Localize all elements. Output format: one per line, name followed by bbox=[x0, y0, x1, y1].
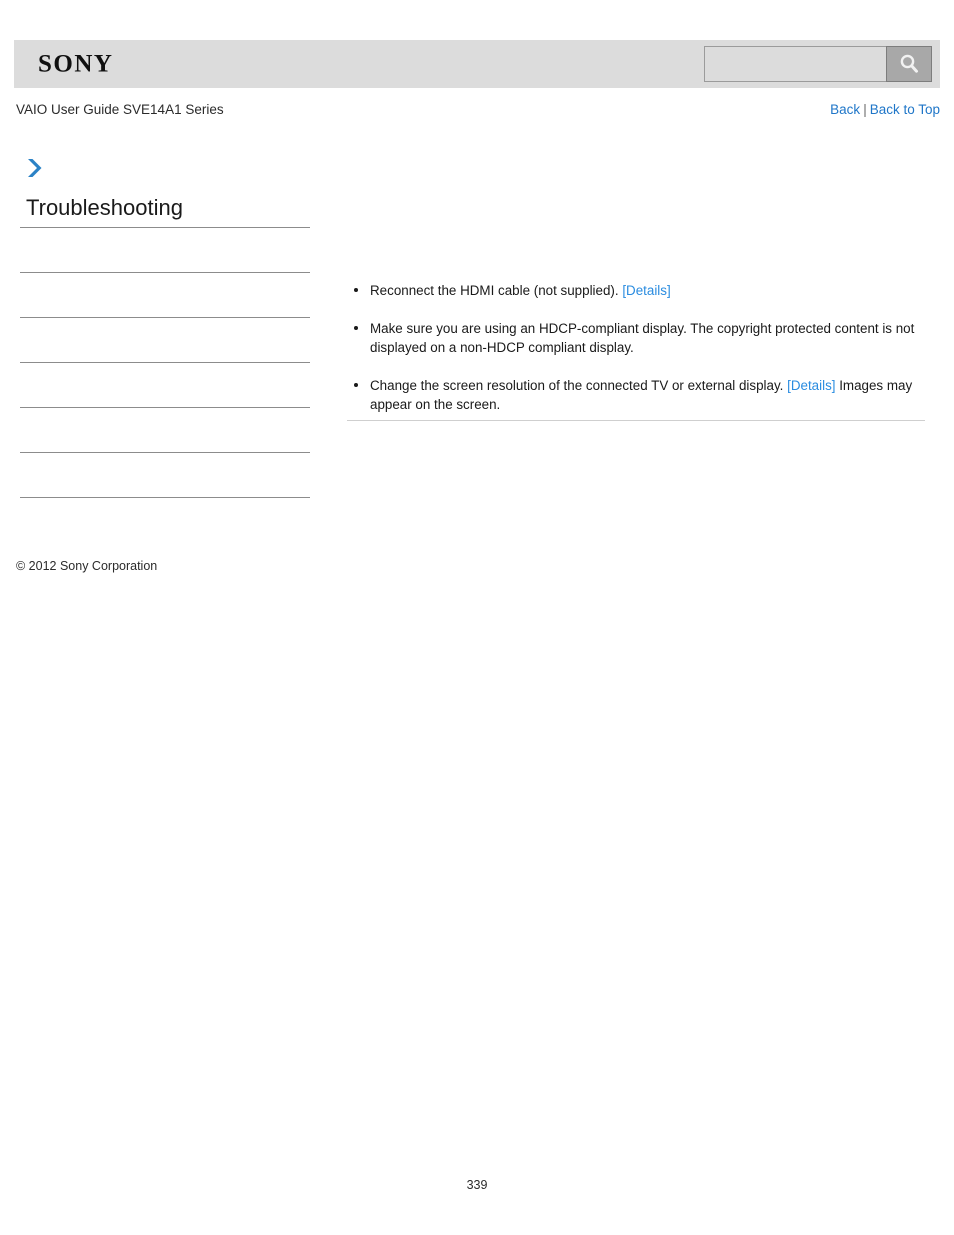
list-item: Make sure you are using an HDCP-complian… bbox=[347, 319, 925, 358]
search-area bbox=[704, 46, 932, 82]
back-to-top-link[interactable]: Back to Top bbox=[870, 102, 940, 117]
details-link[interactable]: [Details] bbox=[787, 378, 835, 393]
content-divider bbox=[347, 420, 925, 421]
sidebar-item-3[interactable] bbox=[20, 362, 310, 407]
sidebar-item-5[interactable] bbox=[20, 452, 310, 497]
sidebar-item-2[interactable] bbox=[20, 317, 310, 362]
nav-separator: | bbox=[863, 102, 867, 117]
sidebar-item-1[interactable] bbox=[20, 272, 310, 317]
top-navigation: Back | Back to Top bbox=[830, 102, 940, 118]
sony-logo: SONY bbox=[38, 50, 114, 78]
sidebar-heading: Troubleshooting bbox=[26, 195, 183, 220]
troubleshooting-bullet-list: Reconnect the HDMI cable (not supplied).… bbox=[347, 281, 925, 415]
sidebar-list bbox=[20, 227, 310, 542]
sidebar-item-6[interactable] bbox=[20, 497, 310, 542]
sidebar-item-0[interactable] bbox=[20, 227, 310, 272]
bullet-text-before: Change the screen resolution of the conn… bbox=[370, 377, 788, 393]
sidebar-item-4[interactable] bbox=[20, 407, 310, 452]
details-link[interactable]: [Details] bbox=[622, 283, 670, 298]
search-icon bbox=[897, 52, 921, 76]
list-item: Reconnect the HDMI cable (not supplied).… bbox=[347, 281, 925, 301]
header-band: SONY bbox=[14, 40, 940, 88]
bullet-text-before: Make sure you are using an HDCP-complian… bbox=[370, 320, 915, 356]
page-number: 339 bbox=[466, 1178, 488, 1192]
back-link[interactable]: Back bbox=[830, 102, 860, 117]
chevron-right-icon[interactable] bbox=[20, 155, 50, 181]
bullet-dot bbox=[354, 288, 358, 292]
search-input[interactable] bbox=[704, 46, 886, 82]
bullet-text-before: Reconnect the HDMI cable (not supplied). bbox=[370, 283, 623, 298]
bullet-dot bbox=[354, 325, 358, 330]
sidebar: Troubleshooting bbox=[20, 155, 310, 542]
guide-title: VAIO User Guide SVE14A1 Series bbox=[16, 102, 224, 117]
bullet-dot bbox=[354, 382, 358, 387]
search-button[interactable] bbox=[886, 46, 932, 82]
copyright-notice: © 2012 Sony Corporation bbox=[16, 559, 158, 573]
list-item: Change the screen resolution of the conn… bbox=[347, 376, 925, 415]
